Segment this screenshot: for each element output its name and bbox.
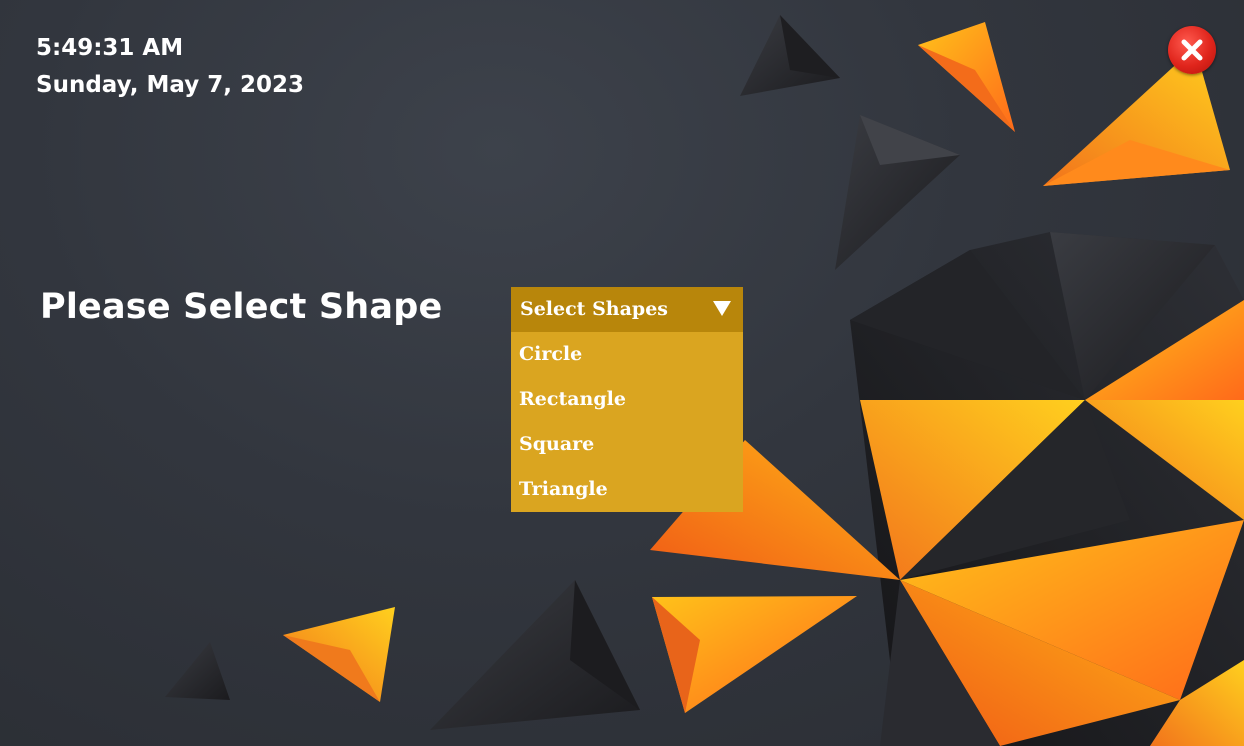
close-button[interactable] [1168, 26, 1216, 74]
shape-option-triangle[interactable]: Triangle [511, 467, 743, 512]
caret-down-icon [713, 301, 731, 316]
shape-dropdown-selected: Select Shapes [520, 298, 668, 320]
shape-options-list: Circle Rectangle Square Triangle [511, 332, 743, 512]
shape-option-rectangle[interactable]: Rectangle [511, 377, 743, 422]
shape-dropdown[interactable]: Select Shapes Circle Rectangle Square Tr… [511, 287, 743, 512]
shape-option-square[interactable]: Square [511, 422, 743, 467]
clock-time: 5:49:31 AM [36, 35, 184, 61]
clock-display: 5:49:31 AM Sunday, May 7, 2023 [36, 30, 304, 104]
close-icon [1181, 39, 1203, 61]
shape-option-circle[interactable]: Circle [511, 332, 743, 377]
shape-dropdown-toggle[interactable]: Select Shapes [511, 287, 743, 332]
clock-date: Sunday, May 7, 2023 [36, 72, 305, 98]
select-shape-heading: Please Select Shape [40, 287, 443, 327]
